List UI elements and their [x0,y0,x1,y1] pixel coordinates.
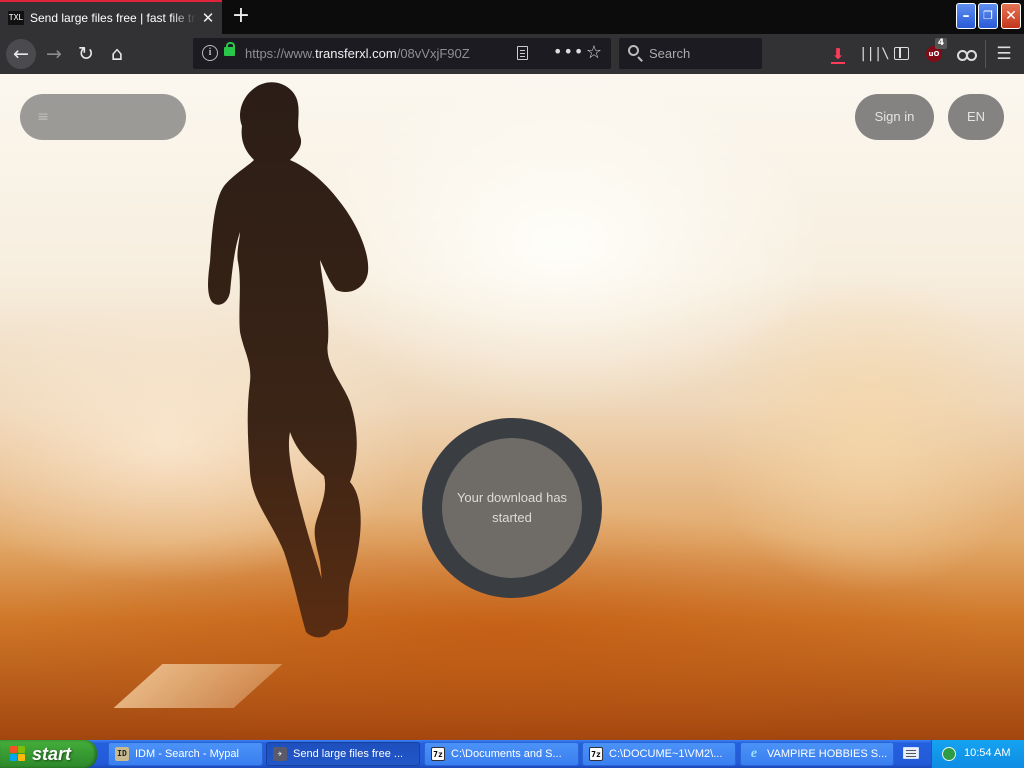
start-label: start [32,744,72,764]
extension-button[interactable] [955,42,977,66]
url-text[interactable]: https://www.transferxl.com/08vVxjF90Z [245,44,481,63]
menu-pill[interactable]: ≡ [20,94,186,140]
system-tray: 10:54 AM [931,740,1024,768]
toolbar-divider [985,40,986,68]
taskbar-item[interactable]: ID IDM - Search - Mypal [108,742,263,766]
secure-lock-icon[interactable] [224,42,235,56]
taskbar-item-label: VAMPIRE HOBBIES S... [767,748,888,760]
taskbar-item[interactable]: 7z C:\Documents and S... [424,742,579,766]
clock[interactable]: 10:54 AM [964,740,1010,768]
download-status-circle: Your download has started [442,438,582,578]
search-bar[interactable] [619,38,762,69]
windows-logo-icon [10,746,26,762]
page-actions-icon[interactable]: ••• [553,42,583,64]
taskbar-item[interactable]: e VAMPIRE HOBBIES S... [740,742,894,766]
7zip-icon: 7z [589,747,603,761]
reader-view-icon[interactable] [517,46,528,60]
taskbar-item-label: C:\DOCUME~1\VM2\... [609,748,723,760]
taskbar-item-active[interactable]: ✈ Send large files free ... [266,742,420,766]
runner-silhouette [208,82,369,638]
keyboard-icon[interactable] [903,747,919,759]
url-domain: transferxl.com [315,46,397,61]
taskbar-item[interactable]: 7z C:\DOCUME~1\VM2\... [582,742,736,766]
download-status-ring: Your download has started [422,418,602,598]
taskbar: start ID IDM - Search - Mypal ✈ Send lar… [0,740,1024,768]
bookmark-star-icon[interactable]: ☆ [583,42,605,64]
window-close-button[interactable]: ✕ [1001,3,1021,29]
taskbar-item-label: C:\Documents and S... [451,748,562,760]
new-tab-button[interactable]: + [228,3,254,29]
navigation-toolbar: ← → ↻ ⌂ i https://www.transferxl.com/08v… [0,34,1024,74]
browser-icon: ✈ [273,747,287,761]
window-restore-button[interactable]: ❐ [978,3,998,29]
forward-button[interactable]: → [40,40,68,68]
ublock-count-badge: 4 [935,38,947,49]
close-tab-icon[interactable]: ✕ [199,9,217,27]
sign-in-button[interactable]: Sign in [855,94,934,140]
taskbar-item-label: Send large files free ... [293,748,404,760]
tab-title: Send large files free | fast file transf… [30,11,196,25]
start-button[interactable]: start [0,740,97,768]
background-fog [700,274,1024,594]
tab-strip: TXL Send large files free | fast file tr… [0,0,1024,34]
url-scheme: https://www. [245,46,316,61]
back-button[interactable]: ← [6,39,36,69]
internet-explorer-icon: e [750,746,758,761]
7zip-icon: 7z [431,747,445,761]
search-input[interactable] [649,43,754,64]
window-minimize-button[interactable]: – [956,3,976,29]
sidebar-toggle-button[interactable] [891,42,913,66]
idm-icon: ID [115,747,129,761]
address-bar[interactable]: i https://www.transferxl.com/08vVxjF90Z … [193,38,611,69]
browser-tab-active[interactable]: TXL Send large files free | fast file tr… [0,0,222,34]
taskbar-item-label: IDM - Search - Mypal [135,748,239,760]
sidebar-icon [894,47,909,60]
site-info-icon[interactable]: i [202,45,218,61]
download-status-text: Your download has started [456,490,568,525]
hamburger-menu-icon[interactable]: ☰ [993,42,1015,66]
search-icon [628,45,639,56]
road-marking [113,664,283,708]
glasses-icon [957,49,977,61]
network-icon[interactable] [942,747,956,761]
library-icon[interactable]: |||\ [859,42,890,66]
site-favicon-icon: TXL [8,11,24,25]
downloads-icon[interactable]: ⬇ [827,42,849,66]
url-path: /08vVxjF90Z [396,46,470,61]
menu-icon[interactable]: ≡ [32,106,54,128]
language-button[interactable]: EN [948,94,1004,140]
home-button[interactable]: ⌂ [103,40,131,68]
page-content: ≡ Sign in EN Your download has started [0,74,1024,740]
ublock-origin-button[interactable]: uO 4 [923,38,947,66]
reload-button[interactable]: ↻ [72,40,100,68]
